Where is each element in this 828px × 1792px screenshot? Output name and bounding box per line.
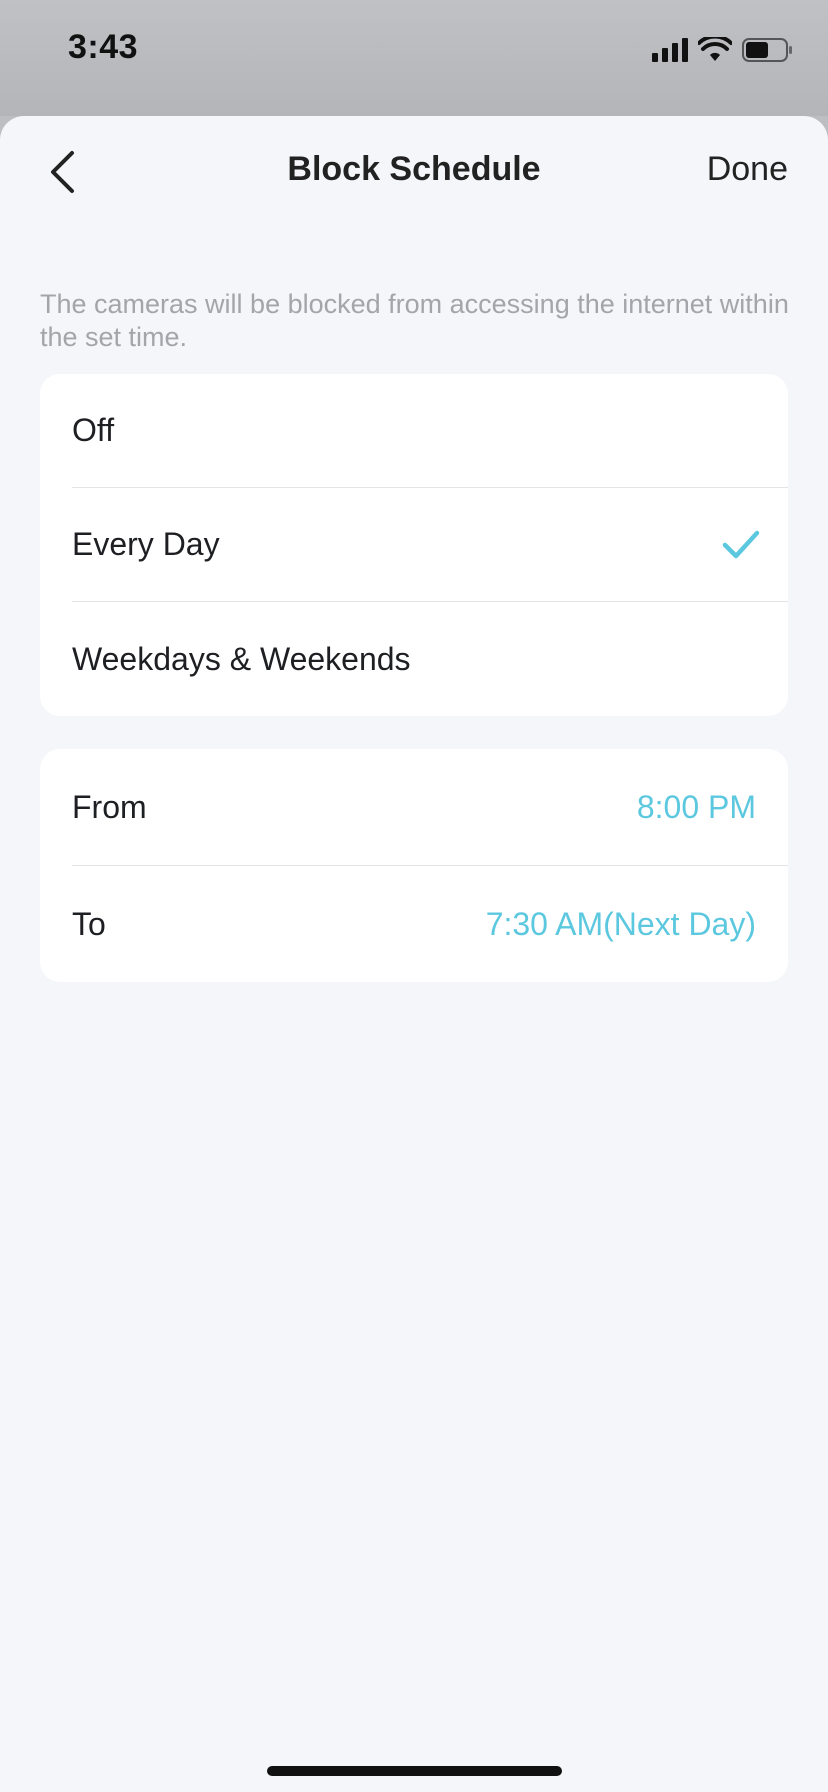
from-time-value: 8:00 PM [636, 788, 756, 825]
from-label: From [72, 788, 147, 825]
schedule-options-card: Off Every Day Weekdays & Weekends [40, 374, 788, 716]
status-time: 3:43 [68, 28, 139, 66]
schedule-sheet: Block Schedule Done The cameras will be … [0, 116, 828, 1792]
battery-icon [742, 38, 792, 62]
status-bar: 3:43 [0, 0, 828, 116]
signal-icon [652, 38, 688, 62]
option-label: Weekdays & Weekends [72, 640, 411, 677]
to-label: To [72, 905, 106, 942]
option-label: Every Day [72, 526, 220, 562]
nav-bar: Block Schedule Done [0, 116, 828, 228]
option-every-day[interactable]: Every Day [72, 488, 788, 601]
status-icons [652, 34, 794, 66]
option-off[interactable]: Off [72, 374, 788, 487]
time-range-card: From 8:00 PM To 7:30 AM(Next Day) [40, 749, 788, 982]
done-button[interactable]: Done [707, 150, 788, 189]
option-weekdays-weekends[interactable]: Weekdays & Weekends [72, 602, 788, 716]
to-time-value: 7:30 AM(Next Day) [485, 905, 756, 942]
checkmark-icon [722, 530, 760, 558]
home-indicator[interactable] [267, 1766, 562, 1776]
option-label: Off [72, 412, 115, 448]
schedule-description: The cameras will be blocked from accessi… [40, 289, 789, 352]
to-row[interactable]: To 7:30 AM(Next Day) [72, 866, 788, 982]
page-title: Block Schedule [287, 150, 541, 188]
from-row[interactable]: From 8:00 PM [72, 749, 788, 865]
wifi-icon [698, 37, 732, 61]
